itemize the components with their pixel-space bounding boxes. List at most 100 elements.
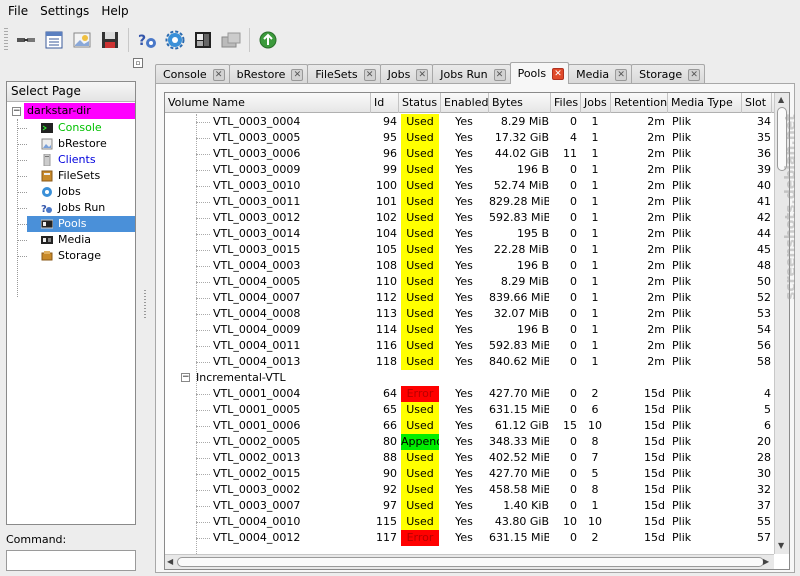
jobs-cell: 1: [591, 227, 599, 240]
retention-cell: 15d: [644, 483, 665, 496]
table-row[interactable]: VTL_0004_0008 113 Used Yes 32.07 MiB 0 1 2m Plik…: [165, 306, 774, 322]
sidebar-item-jobs[interactable]: Jobs: [18, 184, 135, 200]
table-row[interactable]: VTL_0004_0011 116 Used Yes 592.83 MiB 0 1 2m Pli…: [165, 338, 774, 354]
column-header[interactable]: Jobs: [581, 93, 611, 113]
collapse-icon[interactable]: −: [12, 107, 21, 116]
table-row[interactable]: VTL_0004_0012 117 Error Yes 631.15 MiB 0 2 15d P…: [165, 530, 774, 546]
command-input[interactable]: [6, 550, 136, 571]
column-header[interactable]: Id: [371, 93, 399, 113]
table-row[interactable]: VTL_0004_0009 114 Used Yes 196 B 0 1 2m Plik 54: [165, 322, 774, 338]
tab-console[interactable]: Console ✕: [155, 64, 230, 84]
table-row[interactable]: VTL_0003_0015 105 Used Yes 22.28 MiB 0 1 2m Plik…: [165, 242, 774, 258]
table-row[interactable]: VTL_0003_0014 104 Used Yes 195 B 0 1 2m Plik 44: [165, 226, 774, 242]
table-row[interactable]: VTL_0003_0012 102 Used Yes 592.83 MiB 0 1 2m Pli…: [165, 210, 774, 226]
table-row[interactable]: VTL_0002_0015 90 Used Yes 427.70 MiB 0 5 15d Pli…: [165, 466, 774, 482]
scrollbar-thumb[interactable]: [177, 557, 764, 567]
table-row[interactable]: VTL_0003_0005 95 Used Yes 17.32 GiB 4 1 2m Plik 3…: [165, 130, 774, 146]
scroll-left-icon[interactable]: ◀: [167, 557, 173, 567]
horizontal-scrollbar[interactable]: ◀ ▶: [165, 554, 774, 569]
status-dir-icon[interactable]: ?: [135, 28, 159, 52]
table-row[interactable]: VTL_0003_0007 97 Used Yes 1.40 KiB 0 1 15d Plik 3…: [165, 498, 774, 514]
table-row[interactable]: VTL_0004_0013 118 Used Yes 840.62 MiB 0 1 2m Pli…: [165, 354, 774, 370]
restore-icon[interactable]: [70, 28, 94, 52]
column-header[interactable]: Media Type: [668, 93, 742, 113]
scroll-down-icon[interactable]: ▼: [778, 541, 784, 551]
tab-jobs[interactable]: Jobs ✕: [379, 64, 434, 84]
tree-root-director[interactable]: − darkstar-dir: [7, 103, 135, 119]
table-row[interactable]: VTL_0002_0013 88 Used Yes 402.52 MiB 0 7 15d Pli…: [165, 450, 774, 466]
tab-filesets[interactable]: FileSets ✕: [307, 64, 381, 84]
connect-icon[interactable]: [14, 28, 38, 52]
pool-group-row[interactable]: − Incremental-VTL: [165, 370, 774, 386]
scroll-right-icon[interactable]: ▶: [763, 557, 769, 567]
media-type-cell: Plik: [672, 403, 692, 416]
media-type-cell: Plik: [672, 115, 692, 128]
column-header[interactable]: Retention: [611, 93, 668, 113]
sidebar-item-pools[interactable]: Pools: [18, 216, 135, 232]
tab-brestore[interactable]: bRestore ✕: [228, 64, 309, 84]
sidebar-item-console[interactable]: Console: [18, 120, 135, 136]
tab-pools[interactable]: Pools ✕: [509, 62, 570, 84]
sidebar-item-storage[interactable]: Storage: [18, 248, 135, 264]
table-row[interactable]: VTL_0004_0007 112 Used Yes 839.66 MiB 0 1 2m Pli…: [165, 290, 774, 306]
label-icon[interactable]: [98, 28, 122, 52]
column-header[interactable]: Bytes: [489, 93, 551, 113]
sidebar-item-media[interactable]: Media: [18, 232, 135, 248]
dock-float-button[interactable]: ▫: [133, 58, 143, 68]
tab-media[interactable]: Media ✕: [568, 64, 633, 84]
close-icon[interactable]: ✕: [493, 68, 506, 81]
toolbar-handle[interactable]: [4, 28, 8, 52]
table-row[interactable]: VTL_0004_0005 110 Used Yes 8.29 MiB 0 1 2m Plik 5…: [165, 274, 774, 290]
storage-icon[interactable]: [219, 28, 243, 52]
close-icon[interactable]: ✕: [291, 68, 304, 81]
menu-file[interactable]: File: [2, 0, 34, 22]
sidebar-item-jobs-run[interactable]: ? Jobs Run: [18, 200, 135, 216]
sidebar-item-filesets[interactable]: FileSets: [18, 168, 135, 184]
collapse-icon[interactable]: −: [181, 373, 190, 382]
table-row[interactable]: VTL_0004_0003 108 Used Yes 196 B 0 1 2m Plik 48: [165, 258, 774, 274]
table-row[interactable]: VTL_0001_0004 64 Error Yes 427.70 MiB 0 2 15d Pl…: [165, 386, 774, 402]
volume-name-cell: VTL_0004_0005: [213, 275, 301, 288]
table-row[interactable]: VTL_0001_0005 65 Used Yes 631.15 MiB 0 6 15d Pli…: [165, 402, 774, 418]
close-icon[interactable]: ✕: [552, 67, 565, 80]
panel-splitter[interactable]: [144, 290, 146, 320]
table-row[interactable]: VTL_0003_0010 100 Used Yes 52.74 MiB 0 1 2m Plik…: [165, 178, 774, 194]
media-type-cell: Plik: [672, 275, 692, 288]
menu-settings[interactable]: Settings: [34, 0, 95, 22]
storage-icon: [41, 251, 53, 261]
column-header[interactable]: Slot: [742, 93, 772, 113]
table-row[interactable]: VTL_0003_0011 101 Used Yes 829.28 MiB 0 1 2m Pli…: [165, 194, 774, 210]
jobs-run-icon[interactable]: [163, 28, 187, 52]
jobs-cell: 1: [591, 339, 599, 352]
close-icon[interactable]: ✕: [363, 68, 376, 81]
close-icon[interactable]: ✕: [212, 68, 225, 81]
table-row[interactable]: VTL_0001_0006 66 Used Yes 61.12 GiB 15 10 15d Pl…: [165, 418, 774, 434]
table-row[interactable]: VTL_0004_0010 115 Used Yes 43.80 GiB 10 10 15d P…: [165, 514, 774, 530]
close-icon[interactable]: ✕: [615, 68, 628, 81]
sidebar-item-clients[interactable]: Clients: [18, 152, 135, 168]
tab-storage[interactable]: Storage ✕: [631, 64, 706, 84]
tab-label: Jobs: [387, 68, 411, 81]
jobs-cell: 1: [591, 147, 599, 160]
table-row[interactable]: VTL_0003_0002 92 Used Yes 458.58 MiB 0 8 15d Pli…: [165, 482, 774, 498]
scroll-up-icon[interactable]: ▲: [778, 95, 784, 105]
browser-icon[interactable]: [256, 28, 280, 52]
column-header[interactable]: Volume Name: [165, 93, 371, 113]
close-icon[interactable]: ✕: [416, 68, 429, 81]
table-row[interactable]: VTL_0002_0005 80 Append Yes 348.33 MiB 0 8 15d P…: [165, 434, 774, 450]
menu-help[interactable]: Help: [95, 0, 134, 22]
column-header[interactable]: Files: [551, 93, 581, 113]
close-icon[interactable]: ✕: [688, 68, 701, 81]
slot-cell: 37: [757, 499, 771, 512]
column-header[interactable]: Enabled: [441, 93, 489, 113]
run-job-icon[interactable]: [42, 28, 66, 52]
table-row[interactable]: VTL_0003_0009 99 Used Yes 196 B 0 1 2m Plik 39: [165, 162, 774, 178]
table-row[interactable]: VTL_0003_0004 94 Used Yes 8.29 MiB 0 1 2m Plik 34: [165, 114, 774, 130]
media-icon[interactable]: [191, 28, 215, 52]
volume-name-cell: VTL_0003_0004: [213, 115, 301, 128]
tab-jobs-run[interactable]: Jobs Run ✕: [432, 64, 511, 84]
sidebar-item-brestore[interactable]: bRestore: [18, 136, 135, 152]
column-header[interactable]: Status: [399, 93, 441, 113]
status-cell: Used: [401, 306, 439, 322]
table-row[interactable]: VTL_0003_0006 96 Used Yes 44.02 GiB 11 1 2m Plik…: [165, 146, 774, 162]
